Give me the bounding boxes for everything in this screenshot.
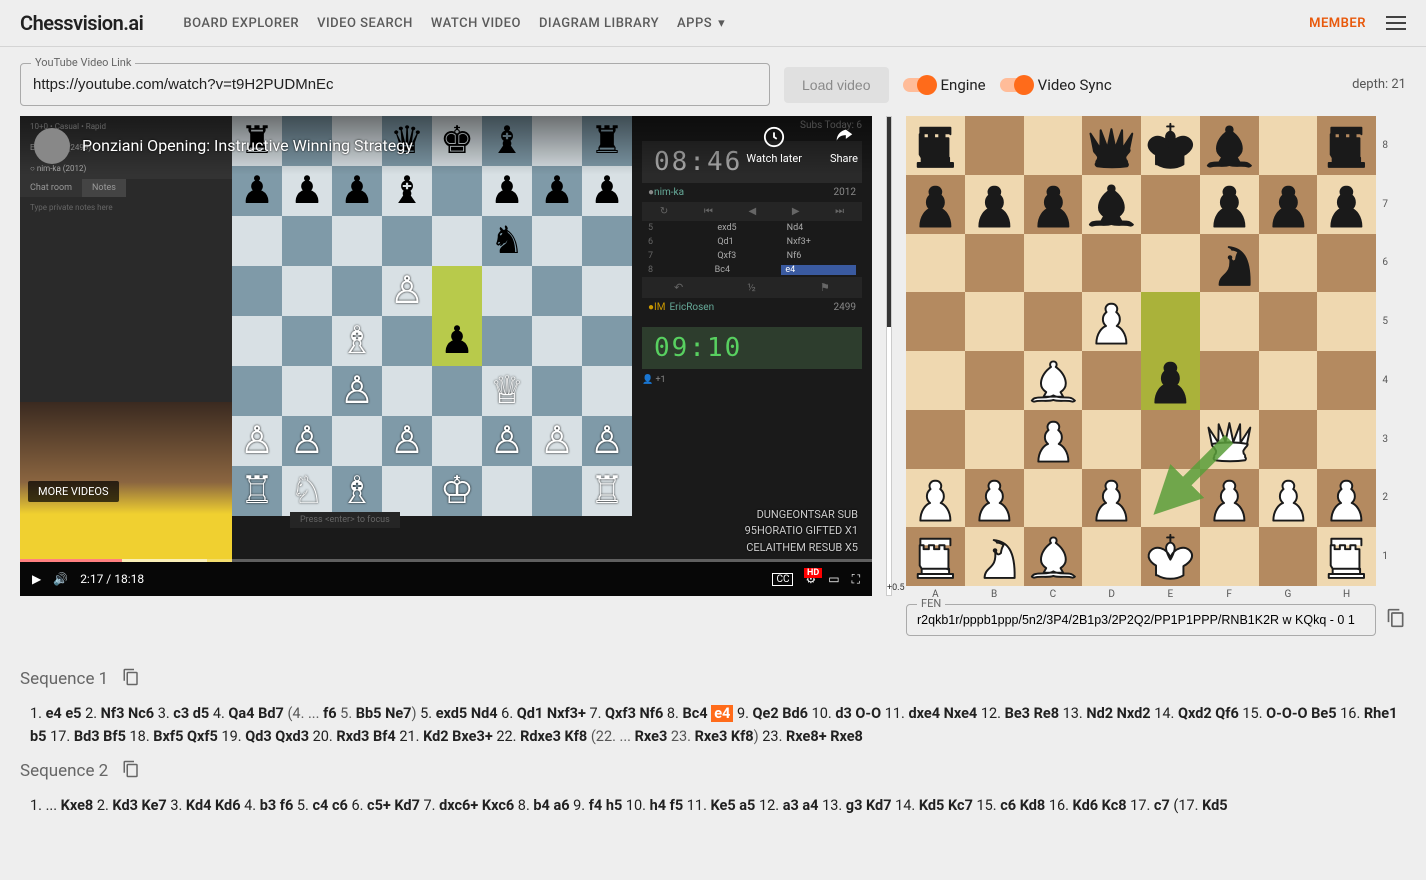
nav-diagram-library[interactable]: DIAGRAM LIBRARY	[539, 16, 659, 31]
engine-toggle[interactable]	[903, 78, 933, 92]
video-content: 10+0 • Casual • Rapid EricRosen (2499) ○…	[20, 116, 872, 562]
focus-hint: Press <enter> to focus	[290, 512, 400, 528]
nav-apps-label: APPS	[677, 16, 712, 31]
engine-label: Engine	[941, 76, 986, 94]
move-list[interactable]: 1. ... Kxe8 2. Kd3 Ke7 3. Kd4 Kd6 4. b3 …	[30, 794, 1406, 817]
dropdown-arrow-icon: ▾	[718, 16, 725, 31]
url-label: YouTube Video Link	[31, 56, 135, 69]
settings-icon[interactable]: ⚙HD	[805, 572, 816, 586]
eval-bar: +0.5	[886, 116, 892, 596]
video-right-panel: Subs Today: 6 08:46 ● nim-ka2012 ↻⏮◀▶⏭ 5…	[632, 116, 872, 562]
channel-avatar[interactable]	[34, 128, 70, 164]
move-list[interactable]: 1. e4 e5 2. Nf3 Nc6 3. c3 d5 4. Qa4 Bd7 …	[30, 702, 1406, 748]
copy-sequence-icon[interactable]	[122, 668, 140, 690]
video-sidebar: 10+0 • Casual • Rapid EricRosen (2499) ○…	[20, 116, 232, 562]
nav-board-explorer[interactable]: BOARD EXPLORER	[183, 16, 299, 31]
nav-watch-video[interactable]: WATCH VIDEO	[431, 16, 521, 31]
inner-chess-board: ♜♛♚♝♜♟♟♟♝♟♟♟♞♙♗♟♙♕♙♙♙♙♙♙♖♘♗♔♖	[232, 116, 632, 516]
eval-value: +0.5	[887, 583, 891, 593]
share-label: Share	[830, 152, 858, 165]
nav-video-search[interactable]: VIDEO SEARCH	[317, 16, 413, 31]
action-icons: ↶½⚑	[642, 277, 862, 298]
member-link[interactable]: MEMBER	[1309, 16, 1366, 31]
cc-button[interactable]: CC	[772, 573, 793, 586]
sync-label: Video Sync	[1038, 76, 1112, 94]
sequence-header: Sequence 1	[20, 668, 1406, 690]
more-videos-button[interactable]: MORE VIDEOS	[28, 481, 119, 502]
analysis-board[interactable]: ABCDEFGH87654321	[906, 116, 1376, 586]
share-button[interactable]: Share	[830, 126, 858, 165]
engine-depth: depth: 21	[1352, 77, 1406, 92]
video-column: Ponziani Opening: Instructive Winning St…	[20, 116, 872, 636]
logo[interactable]: Chessvision.ai	[20, 11, 143, 35]
top-player: ● nim-ka2012	[642, 183, 862, 202]
inner-move-list: 5exd5Nd46Qd1Nxf3+7Qxf3Nf68Bc4e4	[642, 221, 862, 277]
video-player[interactable]: Ponziani Opening: Instructive Winning St…	[20, 116, 872, 596]
notes-tab: Notes	[82, 179, 126, 197]
move-nav-icons: ↻⏮◀▶⏭	[642, 202, 862, 221]
spectators: 👤 +1	[642, 375, 862, 385]
engine-toggle-group: Engine	[903, 76, 986, 94]
main: Ponziani Opening: Instructive Winning St…	[0, 116, 1426, 636]
youtube-url-input[interactable]	[21, 64, 769, 105]
video-time: 2:17 / 18:18	[80, 572, 144, 586]
analysis-column: ABCDEFGH87654321 FEN	[906, 116, 1406, 636]
controls-row: YouTube Video Link Load video Engine Vid…	[0, 47, 1426, 116]
url-fieldset: YouTube Video Link	[20, 63, 770, 106]
sequence-title: Sequence 1	[20, 669, 108, 689]
fen-input[interactable]	[907, 605, 1375, 635]
header-right: MEMBER	[1309, 16, 1406, 31]
nav-apps[interactable]: APPS ▾	[677, 16, 725, 31]
sequence-header: Sequence 2	[20, 760, 1406, 782]
video-top-overlay: Ponziani Opening: Instructive Winning St…	[20, 116, 872, 175]
video-title: Ponziani Opening: Instructive Winning St…	[82, 136, 734, 155]
bot-player: ● IMEricRosen2499	[642, 298, 862, 317]
fen-row: FEN	[906, 604, 1406, 636]
video-sync-toggle[interactable]	[1000, 78, 1030, 92]
sequences: Sequence 1 1. e4 e5 2. Nf3 Nc6 3. c3 d5 …	[0, 636, 1426, 838]
load-video-button[interactable]: Load video	[784, 67, 889, 103]
copy-fen-icon[interactable]	[1386, 608, 1406, 632]
fullscreen-icon[interactable]: ⛶	[852, 572, 860, 587]
fen-fieldset: FEN	[906, 604, 1376, 636]
video-controls: ▶ 🔊 2:17 / 18:18 CC ⚙HD ▭ ⛶	[20, 562, 872, 596]
watch-later-button[interactable]: Watch later	[746, 126, 802, 165]
chat-tab: Chat room	[20, 179, 82, 197]
notes-placeholder: Type private notes here	[20, 197, 232, 218]
copy-sequence-icon[interactable]	[122, 760, 140, 782]
header: Chessvision.ai BOARD EXPLORER VIDEO SEAR…	[0, 0, 1426, 47]
stream-alerts: DUNGEONTSAR SUB 95HORATIO GIFTED X1 CELA…	[745, 507, 858, 557]
fen-label: FEN	[917, 597, 945, 610]
main-nav: BOARD EXPLORER VIDEO SEARCH WATCH VIDEO …	[183, 16, 1309, 31]
volume-icon[interactable]: 🔊	[53, 572, 68, 586]
bot-clock: 09:10	[642, 327, 862, 369]
play-icon[interactable]: ▶	[32, 572, 41, 586]
sync-toggle-group: Video Sync	[1000, 76, 1112, 94]
menu-icon[interactable]	[1386, 16, 1406, 30]
sequence-title: Sequence 2	[20, 761, 108, 781]
miniplayer-icon[interactable]: ▭	[828, 572, 839, 586]
watch-later-label: Watch later	[746, 152, 802, 165]
